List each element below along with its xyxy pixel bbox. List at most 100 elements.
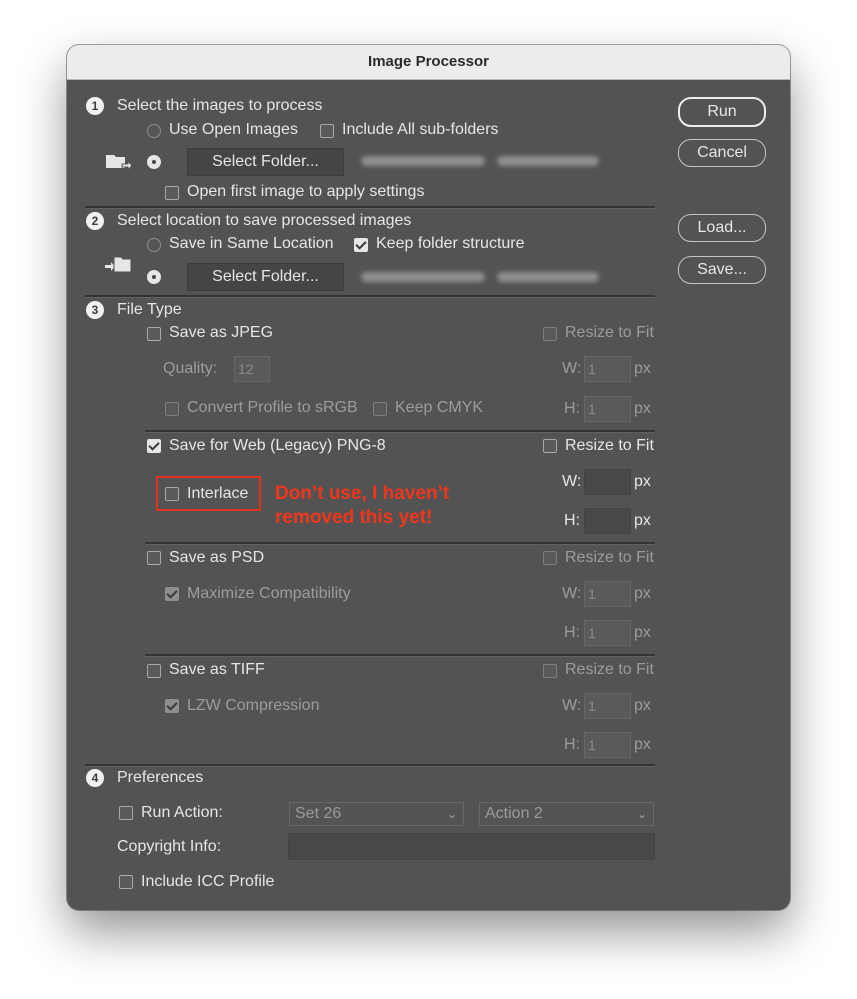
tiff-width-unit: px	[634, 697, 651, 714]
step-3-badge: 3	[86, 301, 104, 319]
chevron-down-icon: ⌄	[446, 807, 457, 821]
section-divider	[85, 206, 655, 209]
keep-cmyk-label: Keep CMYK	[395, 399, 484, 416]
include-icc-label: Include ICC Profile	[141, 873, 275, 890]
image-processor-dialog: Image Processor Run Cancel Load... Save.…	[67, 45, 790, 910]
jpeg-width-unit: px	[634, 360, 651, 377]
run-action-checkbox[interactable]	[119, 806, 133, 820]
save-jpeg-checkbox[interactable]	[147, 327, 161, 341]
include-subfolders-checkbox[interactable]	[320, 124, 334, 138]
open-first-image-checkbox[interactable]	[165, 186, 179, 200]
jpeg-height-label: H:	[564, 400, 580, 417]
save-same-location-label: Save in Same Location	[169, 235, 334, 252]
save-psd-label: Save as PSD	[169, 549, 265, 566]
action-name-value: Action 2	[485, 805, 543, 822]
include-subfolders-label: Include All sub-folders	[342, 121, 499, 138]
destination-folder-icon	[105, 256, 132, 273]
psd-resize-label: Resize to Fit	[565, 549, 654, 566]
png-resize-checkbox[interactable]	[543, 439, 557, 453]
select-source-folder-button[interactable]: Select Folder...	[187, 148, 344, 176]
save-button[interactable]: Save...	[678, 256, 766, 284]
window-title: Image Processor	[67, 45, 790, 80]
select-source-folder-radio[interactable]	[147, 155, 161, 169]
interlace-label: Interlace	[187, 485, 249, 502]
tiff-resize-checkbox[interactable]	[543, 664, 557, 678]
interlace-checkbox[interactable]	[165, 487, 179, 501]
psd-width-input[interactable]: 1	[584, 581, 631, 607]
png-height-label: H:	[564, 512, 580, 529]
psd-width-label: W:	[562, 585, 582, 602]
select-destination-folder-button[interactable]: Select Folder...	[187, 263, 344, 291]
copyright-label: Copyright Info:	[117, 838, 222, 855]
png-height-unit: px	[634, 512, 651, 529]
tiff-height-label: H:	[564, 736, 580, 753]
psd-resize-checkbox[interactable]	[543, 551, 557, 565]
lzw-compression-checkbox[interactable]	[165, 699, 179, 713]
save-png-label: Save for Web (Legacy) PNG-8	[169, 437, 386, 454]
chevron-down-icon: ⌄	[636, 807, 647, 821]
keep-cmyk-checkbox[interactable]	[373, 402, 387, 416]
section4-heading: Preferences	[117, 769, 204, 786]
save-same-location-radio[interactable]	[147, 238, 161, 252]
save-tiff-checkbox[interactable]	[147, 664, 161, 678]
run-button[interactable]: Run	[678, 97, 766, 127]
section1-heading: Select the images to process	[117, 97, 323, 114]
source-folder-path-redacted-2	[497, 156, 599, 166]
filetype-divider	[145, 542, 655, 545]
psd-height-label: H:	[564, 624, 580, 641]
jpeg-width-label: W:	[562, 360, 582, 377]
annotation-text-line2: removed this yet!	[275, 507, 433, 528]
step-1-badge: 1	[86, 97, 104, 115]
tiff-height-unit: px	[634, 736, 651, 753]
use-open-images-label: Use Open Images	[169, 121, 298, 138]
convert-profile-label: Convert Profile to sRGB	[187, 399, 358, 416]
load-button[interactable]: Load...	[678, 214, 766, 242]
tiff-height-input[interactable]: 1	[584, 732, 631, 758]
step-2-badge: 2	[86, 212, 104, 230]
select-destination-folder-radio[interactable]	[147, 270, 161, 284]
png-width-label: W:	[562, 473, 582, 490]
source-folder-path-redacted	[361, 156, 485, 166]
action-set-select[interactable]: Set 26 ⌄	[289, 802, 464, 826]
tiff-width-input[interactable]: 1	[584, 693, 631, 719]
use-open-images-radio[interactable]	[147, 124, 161, 138]
destination-folder-path-redacted-2	[497, 272, 599, 282]
annotation-text-line1: Don’t use, I haven’t	[275, 483, 450, 504]
tiff-resize-label: Resize to Fit	[565, 661, 654, 678]
tiff-width-label: W:	[562, 697, 582, 714]
jpeg-width-input[interactable]: 1	[584, 356, 631, 382]
copyright-input[interactable]	[288, 833, 655, 860]
maximize-compatibility-checkbox[interactable]	[165, 587, 179, 601]
jpeg-height-unit: px	[634, 400, 651, 417]
section3-heading: File Type	[117, 301, 182, 318]
psd-height-input[interactable]: 1	[584, 620, 631, 646]
save-tiff-label: Save as TIFF	[169, 661, 265, 678]
jpeg-height-input[interactable]: 1	[584, 396, 631, 422]
lzw-compression-label: LZW Compression	[187, 697, 320, 714]
action-set-value: Set 26	[295, 805, 342, 822]
cancel-button[interactable]: Cancel	[678, 139, 766, 167]
maximize-compatibility-label: Maximize Compatibility	[187, 585, 351, 602]
jpeg-resize-checkbox[interactable]	[543, 327, 557, 341]
section-divider	[85, 764, 655, 767]
include-icc-checkbox[interactable]	[119, 875, 133, 889]
step-4-badge: 4	[86, 769, 104, 787]
convert-profile-checkbox[interactable]	[165, 402, 179, 416]
action-name-select[interactable]: Action 2 ⌄	[479, 802, 654, 826]
destination-folder-path-redacted	[361, 272, 485, 282]
filetype-divider	[145, 654, 655, 657]
png-resize-label: Resize to Fit	[565, 437, 654, 454]
section2-heading: Select location to save processed images	[117, 212, 412, 229]
keep-folder-structure-label: Keep folder structure	[376, 235, 525, 252]
open-first-image-label: Open first image to apply settings	[187, 183, 425, 200]
save-png-checkbox[interactable]	[147, 439, 161, 453]
section-divider	[85, 295, 655, 298]
save-psd-checkbox[interactable]	[147, 551, 161, 565]
run-action-label: Run Action:	[141, 804, 223, 821]
png-height-input[interactable]	[584, 508, 631, 534]
jpeg-resize-label: Resize to Fit	[565, 324, 654, 341]
keep-folder-structure-checkbox[interactable]	[354, 238, 368, 252]
filetype-divider	[145, 430, 655, 433]
png-width-input[interactable]	[584, 469, 631, 495]
jpeg-quality-input[interactable]: 12	[234, 356, 270, 382]
